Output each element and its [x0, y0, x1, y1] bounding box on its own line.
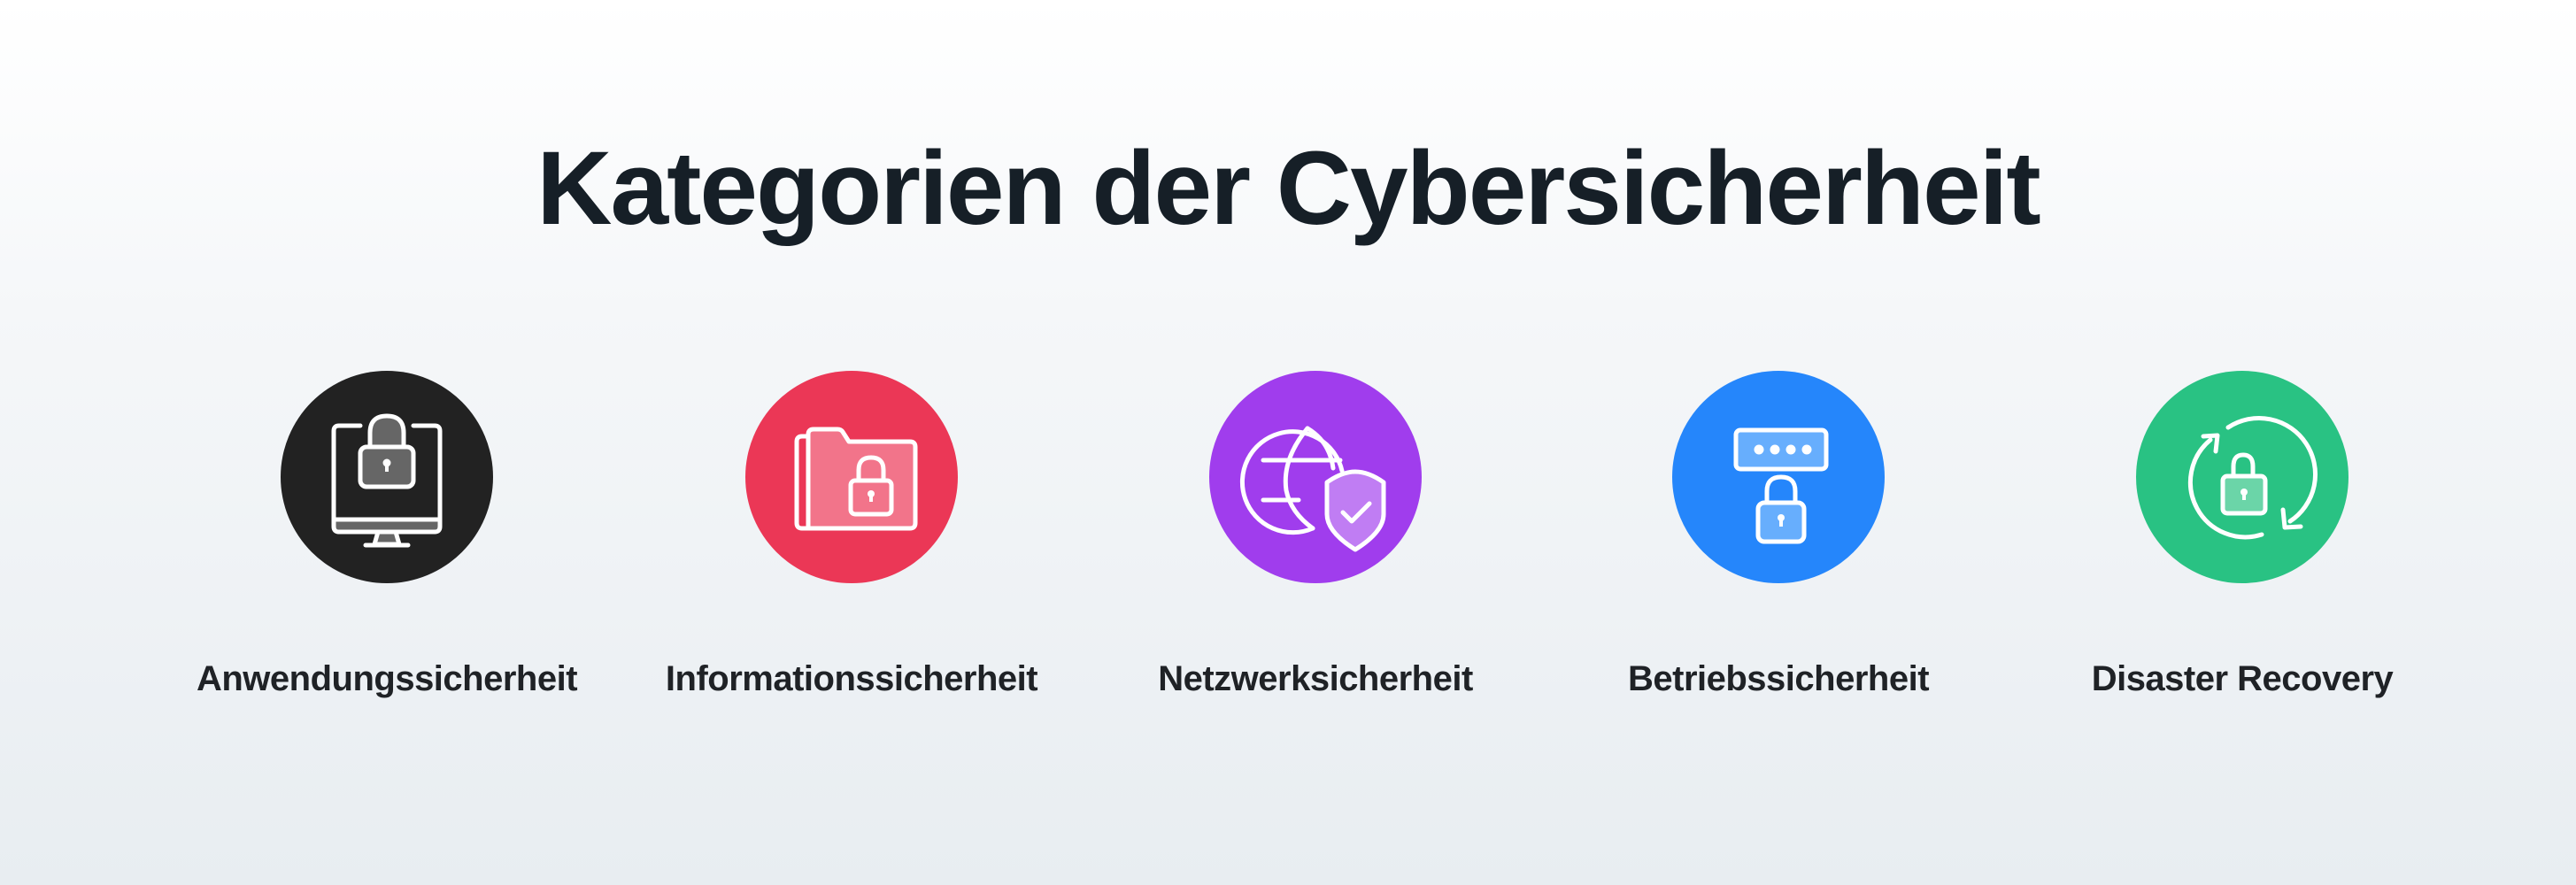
monitor-lock-icon: [331, 413, 443, 548]
recovery-lock-icon: [2187, 416, 2318, 540]
category-operational-security: Betriebssicherheit: [1548, 371, 2009, 700]
category-application-security: Anwendungssicherheit: [157, 371, 617, 700]
folder-lock-icon: [794, 427, 918, 531]
category-network-security: Netzwerksicherheit: [1085, 371, 1546, 700]
category-label: Betriebssicherheit: [1627, 659, 1930, 698]
category-badge: [1209, 371, 1422, 583]
category-label: Informationssicherheit: [665, 659, 1038, 698]
category-label: Anwendungssicherheit: [196, 659, 578, 698]
category-disaster-recovery: Disaster Recovery: [2012, 371, 2472, 700]
globe-shield-icon: [1239, 426, 1386, 552]
category-badge: [2136, 371, 2348, 583]
category-label: Disaster Recovery: [2091, 659, 2394, 698]
category-badge: [745, 371, 958, 583]
category-badge: [281, 371, 493, 583]
password-lock-icon: [1733, 427, 1829, 544]
category-label: Netzwerksicherheit: [1158, 659, 1473, 698]
category-badge: [1672, 371, 1885, 583]
page-title: Kategorien der Cybersicherheit: [536, 130, 2040, 247]
category-information-security: Informationssicherheit: [621, 371, 1082, 700]
